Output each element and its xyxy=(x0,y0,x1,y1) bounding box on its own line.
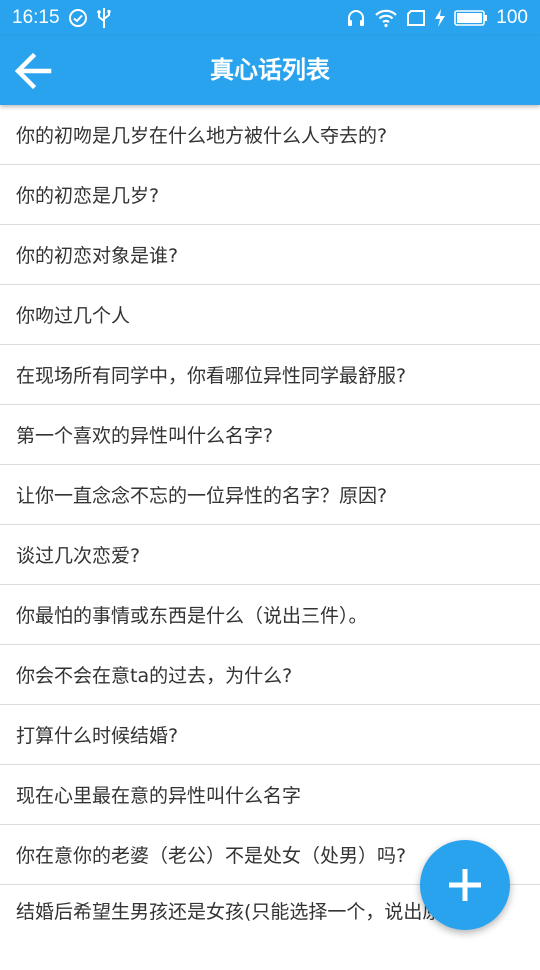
list-item[interactable]: 现在心里最在意的异性叫什么名字 xyxy=(0,765,540,825)
list-item[interactable]: 你吻过几个人 xyxy=(0,285,540,345)
list-item[interactable]: 你最怕的事情或东西是什么（说出三件）。 xyxy=(0,585,540,645)
list-item[interactable]: 在现场所有同学中，你看哪位异性同学最舒服? xyxy=(0,345,540,405)
list-item[interactable]: 你的初吻是几岁在什么地方被什么人夺去的? xyxy=(0,105,540,165)
page-title: 真心话列表 xyxy=(210,56,330,84)
battery-icon xyxy=(454,10,488,26)
wifi-icon xyxy=(374,8,398,28)
list-item[interactable]: 让你一直念念不忘的一位异性的名字？原因? xyxy=(0,465,540,525)
app-bar: 真心话列表 xyxy=(0,36,540,105)
battery-level: 100 xyxy=(496,7,528,28)
list-item[interactable]: 你的初恋是几岁? xyxy=(0,165,540,225)
usb-icon xyxy=(96,7,112,29)
status-time: 16:15 xyxy=(12,7,60,28)
arrow-back-icon xyxy=(13,51,53,91)
sim-card-icon xyxy=(406,9,426,27)
list-item[interactable]: 你的初恋对象是谁? xyxy=(0,225,540,285)
list-item[interactable]: 第一个喜欢的异性叫什么名字? xyxy=(0,405,540,465)
status-right: 100 xyxy=(346,7,528,29)
charging-bolt-icon xyxy=(434,8,446,28)
list-item[interactable]: 你会不会在意ta的过去，为什么? xyxy=(0,645,540,705)
status-bar: 16:15 100 xyxy=(0,0,540,36)
check-circle-icon xyxy=(68,8,88,28)
plus-icon xyxy=(445,865,485,905)
back-button[interactable] xyxy=(0,36,66,105)
status-left: 16:15 xyxy=(12,7,112,29)
headphones-icon xyxy=(346,8,366,28)
add-question-button[interactable] xyxy=(420,840,510,930)
list-item[interactable]: 谈过几次恋爱? xyxy=(0,525,540,585)
list-item[interactable]: 打算什么时候结婚? xyxy=(0,705,540,765)
